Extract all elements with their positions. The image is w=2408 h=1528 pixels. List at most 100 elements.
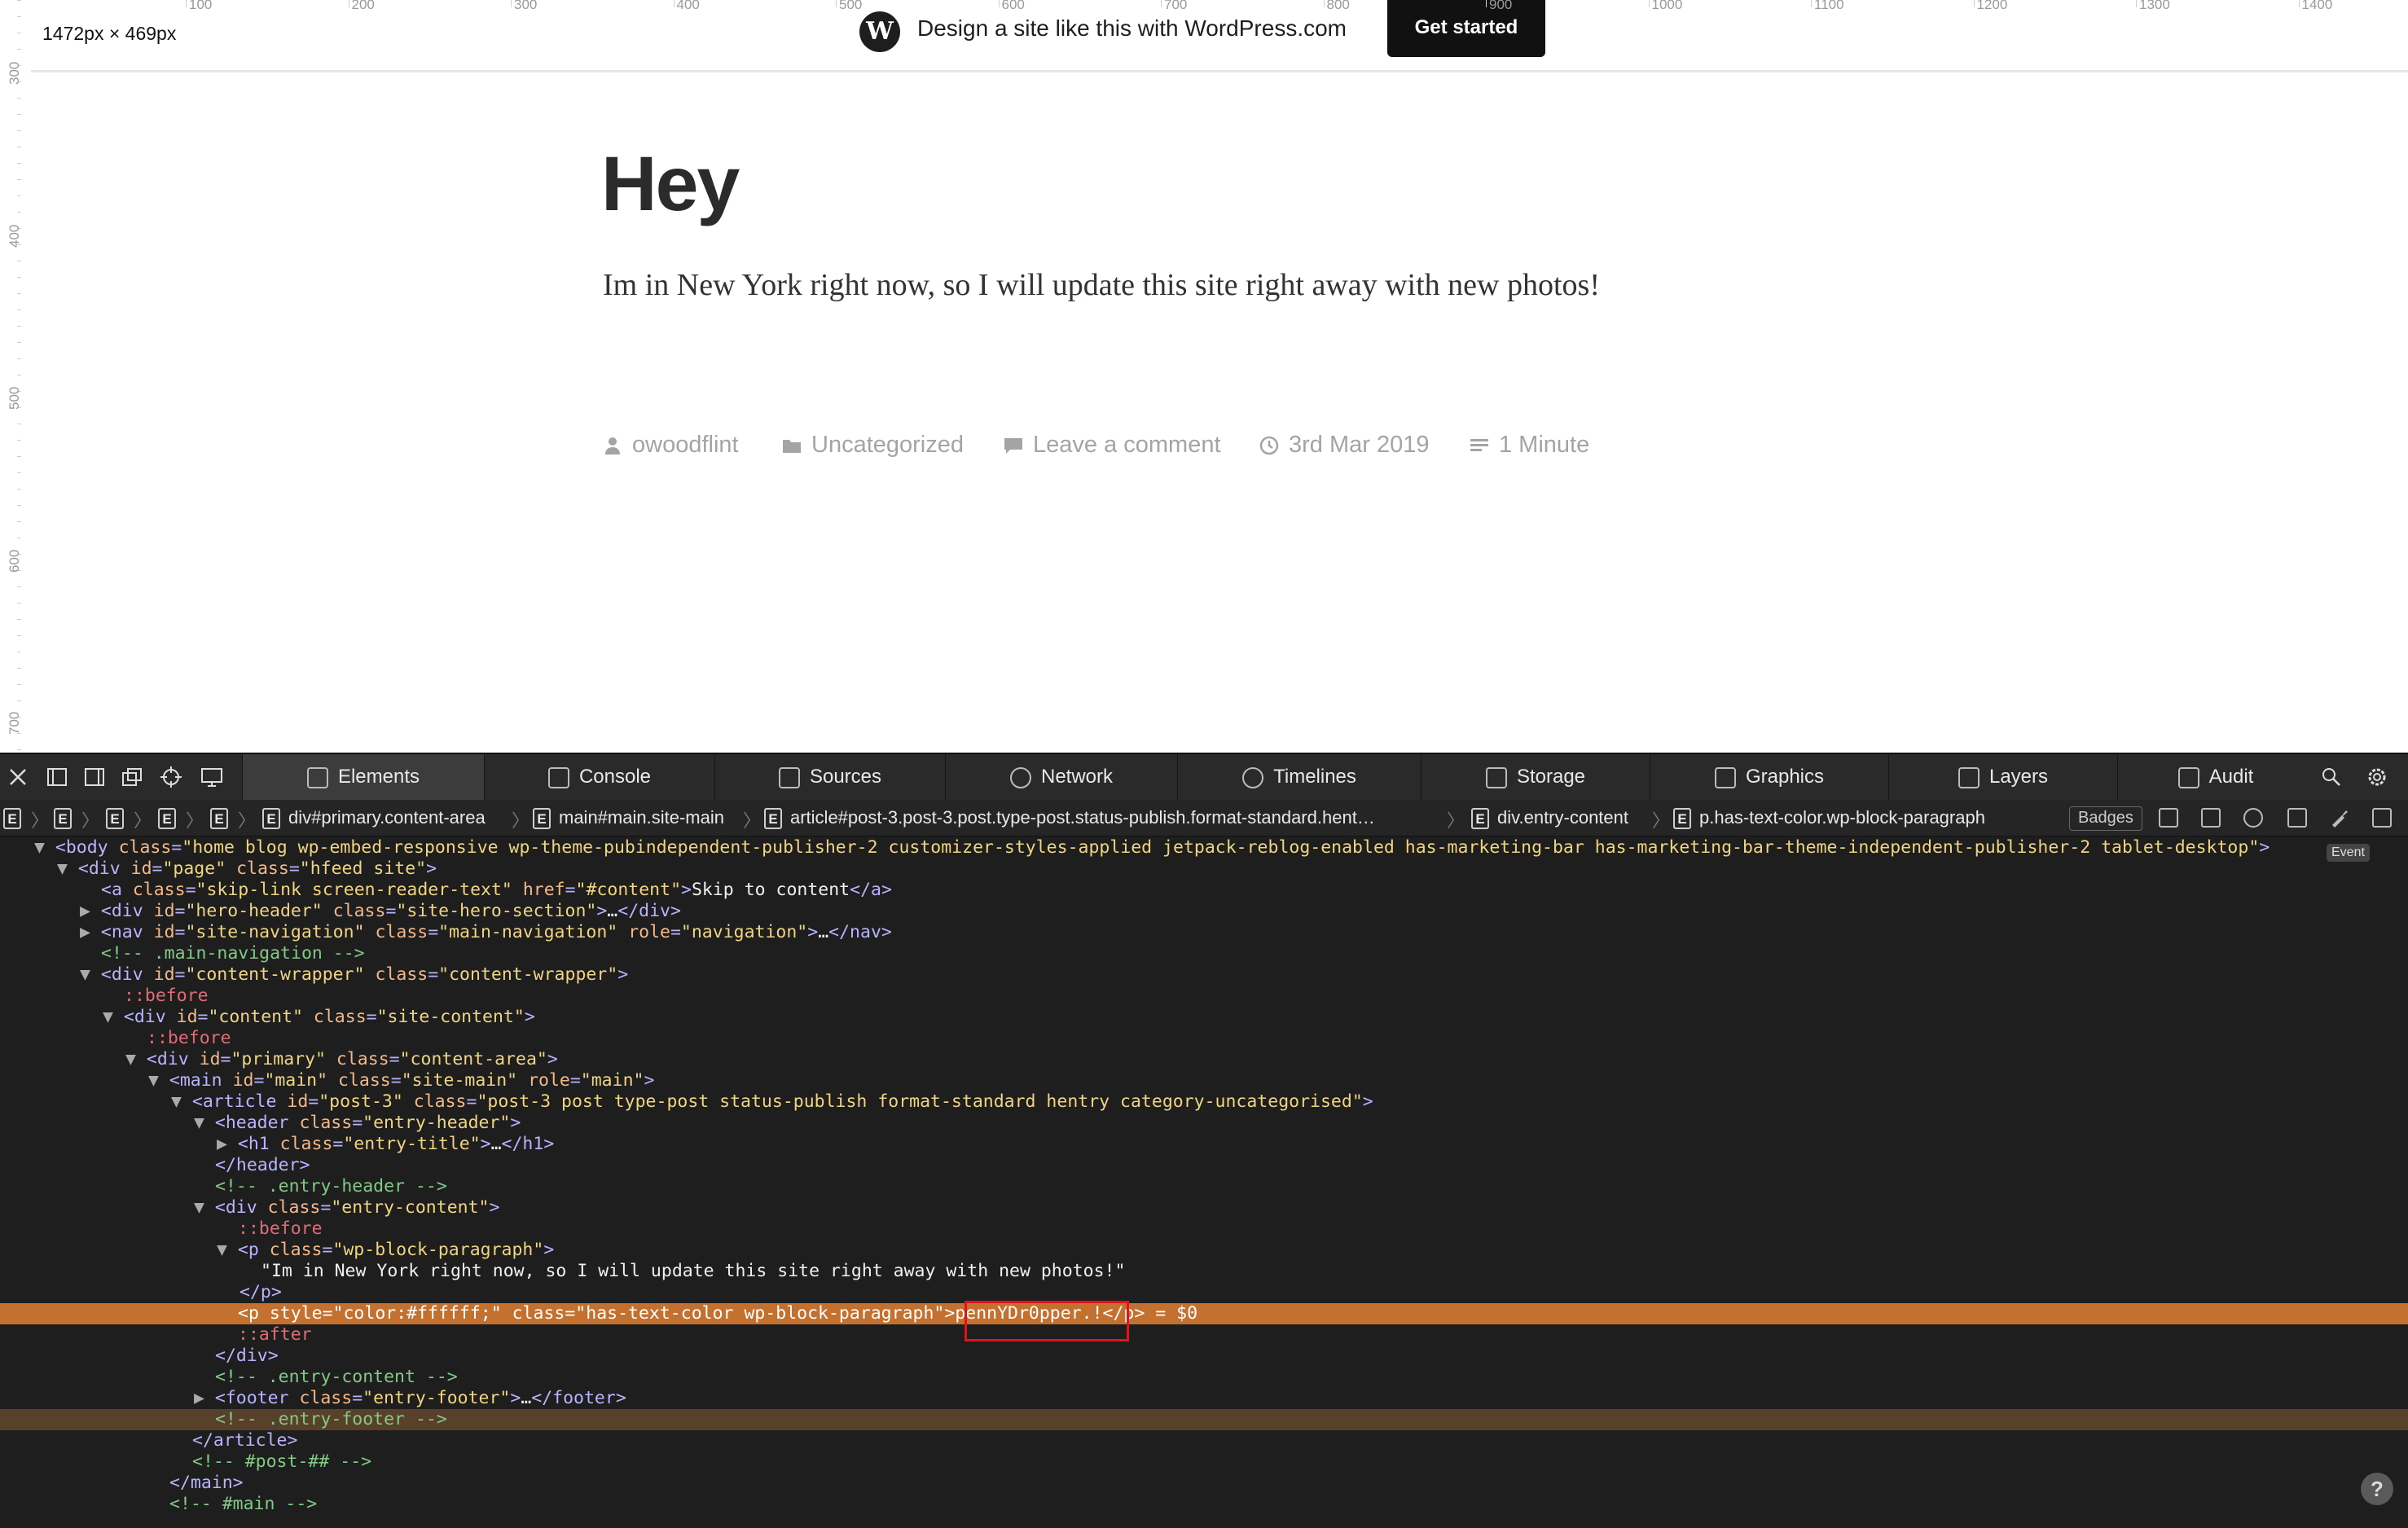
layout-icon[interactable] <box>2159 808 2178 828</box>
ruler-tick <box>836 0 837 7</box>
close-icon[interactable] <box>7 766 29 788</box>
meta-date[interactable]: 3rd Mar 2019 <box>1259 432 1430 459</box>
ruler-label: 600 <box>1001 0 1025 12</box>
tab-elements[interactable]: Elements <box>242 754 484 800</box>
breadcrumb-entry-content[interactable]: Ediv.entry-content <box>1471 806 1628 829</box>
dom-node-entry-title[interactable]: ▶ <h1 class="entry-title">…</h1> <box>0 1134 2408 1155</box>
dom-comment[interactable]: <!-- .entry-footer --> <box>0 1409 2408 1430</box>
breadcrumb-element-html[interactable]: E <box>3 806 29 829</box>
breadcrumb-element-page[interactable]: E <box>106 806 132 829</box>
dom-node-content[interactable]: ▼ <div id="content" class="site-content"… <box>0 1007 2408 1028</box>
tab-console[interactable]: Console <box>484 754 714 800</box>
meta-author[interactable]: owoodflint <box>603 432 739 459</box>
dom-node-hero-header[interactable]: ▶ <div id="hero-header" class="site-hero… <box>0 901 2408 922</box>
breadcrumb-article[interactable]: Earticle#post-3.post-3.post.type-post.st… <box>764 806 1375 829</box>
event-badge[interactable]: Event <box>2327 844 2370 862</box>
dom-node-entry-footer[interactable]: ▶ <footer class="entry-footer">…</footer… <box>0 1388 2408 1409</box>
dom-node-article-close[interactable]: </article> <box>0 1430 2408 1451</box>
breadcrumb-paragraph[interactable]: Ep.has-text-color.wp-block-paragraph <box>1673 806 1985 829</box>
appearance-icon[interactable] <box>2243 808 2263 828</box>
dom-comment[interactable]: <!-- .entry-content --> <box>0 1367 2408 1388</box>
badges-button[interactable]: Badges <box>2069 806 2142 831</box>
devtools-panel: Elements Console Sources Network Timelin… <box>0 753 2408 1528</box>
comment-text: <!-- #post-## --> <box>192 1451 372 1472</box>
dom-pseudo-before[interactable]: ::before <box>0 986 2408 1007</box>
dom-node-hidden-paragraph[interactable]: <p style="color:#ffffff;" class="has-tex… <box>0 1303 2408 1324</box>
meta-comments-label: Leave a comment <box>1033 432 1221 458</box>
dom-node-header-close[interactable]: </header> <box>0 1155 2408 1176</box>
breadcrumb-primary[interactable]: Ediv#primary.content-area <box>262 806 486 829</box>
element-icon: E <box>262 808 280 829</box>
paint-icon[interactable] <box>2330 808 2349 828</box>
dom-node-paragraph-close[interactable]: </p> <box>0 1282 2408 1303</box>
ruler-tick <box>17 98 21 99</box>
meta-category[interactable]: Uncategorized <box>782 432 964 459</box>
tab-audit[interactable]: Audit <box>2117 754 2314 800</box>
wordpress-logo-icon[interactable]: W <box>859 11 900 52</box>
comment-icon <box>1004 438 1022 454</box>
dom-node-entry-content-close[interactable]: </div> <box>0 1346 2408 1367</box>
tab-storage[interactable]: Storage <box>1421 754 1650 800</box>
timelines-icon <box>1242 766 1264 788</box>
dom-node-article[interactable]: ▼ <article id="post-3" class="post-3 pos… <box>0 1091 2408 1113</box>
print-icon[interactable] <box>2201 808 2221 828</box>
search-icon[interactable] <box>2320 766 2343 788</box>
grid-icon[interactable] <box>2287 808 2307 828</box>
ruler-tick <box>1486 0 1487 7</box>
dom-node-main-close[interactable]: </main> <box>0 1473 2408 1494</box>
dom-node-paragraph[interactable]: ▼ <p class="wp-block-paragraph"> <box>0 1240 2408 1261</box>
tab-timelines[interactable]: Timelines <box>1177 754 1421 800</box>
meta-read-time: 1 Minute <box>1470 432 1589 459</box>
dom-comment[interactable]: <!-- .entry-header --> <box>0 1176 2408 1197</box>
dom-pseudo-after[interactable]: ::after <box>0 1324 2408 1346</box>
ruler-tick <box>17 16 21 17</box>
dom-node-skip-link[interactable]: <a class="skip-link screen-reader-text" … <box>0 880 2408 901</box>
dom-comment[interactable]: <!-- #main --> <box>0 1494 2408 1515</box>
breadcrumb: E 〉 E 〉 E 〉 E 〉 E 〉 Ediv#primary.content… <box>0 800 2408 836</box>
article-class-value: post-3 post type-post status-publish for… <box>487 1091 1352 1112</box>
dom-node-entry-content[interactable]: ▼ <div class="entry-content"> <box>0 1197 2408 1218</box>
help-icon[interactable]: ? <box>2361 1473 2393 1505</box>
dom-comment[interactable]: <!-- .main-navigation --> <box>0 943 2408 964</box>
meta-comments[interactable]: Leave a comment <box>1004 432 1221 459</box>
ruler-tick <box>17 700 21 701</box>
tab-timelines-label: Timelines <box>1273 766 1356 788</box>
meta-read-time-label: 1 Minute <box>1499 432 1590 458</box>
breadcrumb-separator: 〉 <box>186 810 204 831</box>
tab-network-label: Network <box>1040 766 1114 788</box>
selected-ref: = $0 <box>1155 1303 1198 1324</box>
dom-node-content-wrapper[interactable]: ▼ <div id="content-wrapper" class="conte… <box>0 964 2408 986</box>
tab-layers[interactable]: Layers <box>1888 754 2117 800</box>
tab-graphics[interactable]: Graphics <box>1650 754 1888 800</box>
dom-node-body[interactable]: ▼ <body class="home blog wp-embed-respon… <box>0 837 2408 858</box>
dom-node-main[interactable]: ▼ <main id="main" class="site-main" role… <box>0 1070 2408 1091</box>
breadcrumb-separator: 〉 <box>31 810 50 831</box>
dom-pseudo-before[interactable]: ::before <box>0 1218 2408 1240</box>
ruler-label: 1300 <box>2139 0 2170 12</box>
dom-node-site-navigation[interactable]: ▶ <nav id="site-navigation" class="main-… <box>0 922 2408 943</box>
device-icon[interactable] <box>200 766 223 788</box>
sidebar-toggle-icon[interactable] <box>2372 808 2392 828</box>
tab-network[interactable]: Network <box>945 754 1177 800</box>
tab-sources[interactable]: Sources <box>714 754 945 800</box>
dock-right-icon[interactable] <box>83 766 106 788</box>
dock-bottom-icon[interactable] <box>46 766 68 788</box>
meta-date-label: 3rd Mar 2019 <box>1289 432 1430 458</box>
dom-node-primary[interactable]: ▼ <div id="primary" class="content-area"… <box>0 1049 2408 1070</box>
dom-node-page[interactable]: ▼ <div id="page" class="hfeed site"> <box>0 858 2408 880</box>
breadcrumb-element-wrapper[interactable]: E <box>158 806 184 829</box>
crosshair-icon[interactable] <box>160 766 182 788</box>
gear-icon[interactable] <box>2366 766 2388 788</box>
audit-icon <box>2177 766 2199 788</box>
dom-pseudo-before[interactable]: ::before <box>0 1028 2408 1049</box>
breadcrumb-separator: 〉 <box>1652 810 1671 831</box>
dom-text-node[interactable]: "Im in New York right now, so I will upd… <box>0 1261 2408 1282</box>
undock-icon[interactable] <box>121 766 143 788</box>
breadcrumb-main[interactable]: Emain#main.site-main <box>533 806 724 829</box>
dom-node-entry-header[interactable]: ▼ <header class="entry-header"> <box>0 1113 2408 1134</box>
breadcrumb-element-content[interactable]: E <box>210 806 236 829</box>
breadcrumb-element-body[interactable]: E <box>54 806 80 829</box>
breadcrumb-label: div.entry-content <box>1497 807 1629 828</box>
ruler-tick <box>17 505 21 506</box>
dom-comment[interactable]: <!-- #post-## --> <box>0 1451 2408 1473</box>
